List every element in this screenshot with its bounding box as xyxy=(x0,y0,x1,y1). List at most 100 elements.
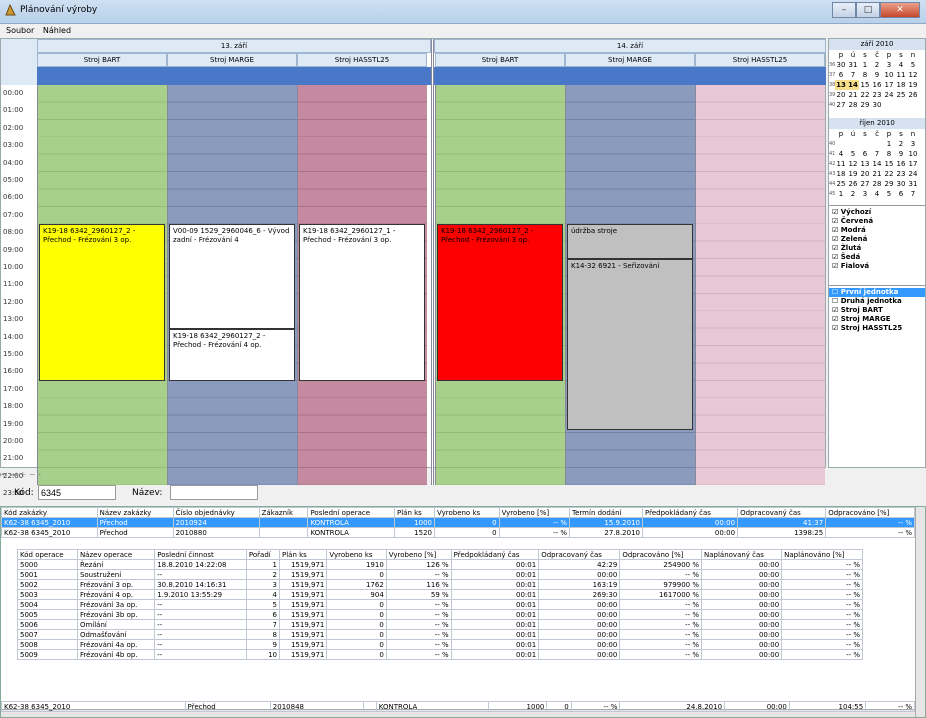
column-header[interactable]: Vyrobeno [%] xyxy=(498,507,571,518)
calendar-day[interactable]: 26 xyxy=(907,90,919,100)
date-header[interactable]: 14. září xyxy=(434,39,826,53)
calendar-day[interactable]: 4 xyxy=(835,149,847,159)
calendar-day[interactable]: 25 xyxy=(895,90,907,100)
appointment[interactable]: V00-09 1529_2960046_6 - Vývod zadní - Fr… xyxy=(169,224,295,329)
calendar-day[interactable]: 15 xyxy=(859,80,871,90)
calendar-day[interactable] xyxy=(907,100,919,110)
calendar-day[interactable]: 21 xyxy=(847,90,859,100)
column-header[interactable]: Název zakázky xyxy=(96,507,174,518)
column-header[interactable]: Odpracováno [%] xyxy=(825,507,915,518)
column-header[interactable]: Název operace xyxy=(76,549,156,560)
calendar-day[interactable]: 6 xyxy=(859,149,871,159)
calendar-day[interactable]: 28 xyxy=(847,100,859,110)
calendar-day[interactable]: 28 xyxy=(871,179,883,189)
calendar-day[interactable]: 25 xyxy=(835,179,847,189)
allday-bar[interactable] xyxy=(434,67,826,85)
calendar-day[interactable]: 20 xyxy=(859,169,871,179)
calendar-day[interactable]: 16 xyxy=(871,80,883,90)
calendar-day[interactable]: 9 xyxy=(871,70,883,80)
appointment[interactable]: K19-18 6342_2960127_2 - Přechod - Frézov… xyxy=(39,224,165,381)
calendar-day[interactable]: 1 xyxy=(835,189,847,199)
calendar-day[interactable] xyxy=(835,139,847,149)
appointment[interactable]: K19-18 6342_2960127_1 - Přechod - Frézov… xyxy=(299,224,425,381)
table-row[interactable]: 5008 Frézování 4a op. -- 9 1519,971 0 -- % 00:0… xyxy=(17,639,863,650)
table-row[interactable]: K62-38 6345_2010 Přechod 2010880 KONTROLA 15… xyxy=(1,527,915,538)
table-row[interactable]: 5001 Soustružení -- 2 1519,971 0 -- % 00:01 00:0… xyxy=(17,569,863,580)
name-input[interactable] xyxy=(170,485,258,500)
code-input[interactable] xyxy=(38,485,116,500)
calendar-day[interactable]: 23 xyxy=(895,169,907,179)
calendar-day[interactable]: 5 xyxy=(907,60,919,70)
calendar-day[interactable] xyxy=(847,139,859,149)
column-header[interactable]: Číslo objednávky xyxy=(172,507,260,518)
calendar-day[interactable]: 20 xyxy=(835,90,847,100)
calendar-day[interactable]: 30 xyxy=(871,100,883,110)
column-header[interactable]: Zákazník xyxy=(258,507,309,518)
resource-header[interactable]: Stroj BART xyxy=(435,53,565,67)
calendar-day[interactable]: 23 xyxy=(871,90,883,100)
resource-header[interactable]: Stroj HASSTL25 xyxy=(297,53,427,67)
appointment[interactable]: K19-18 6342_2960127_2 - Přechod - Frézov… xyxy=(437,224,563,381)
filter-checkbox[interactable]: ☑ Fialová xyxy=(829,262,925,271)
calendar-day[interactable]: 15 xyxy=(883,159,895,169)
calendar-day[interactable]: 18 xyxy=(835,169,847,179)
column-header[interactable]: Kód operace xyxy=(17,549,78,560)
calendar-day[interactable] xyxy=(883,100,895,110)
month-title[interactable]: říjen 2010 xyxy=(829,118,925,129)
calendar-day[interactable]: 2 xyxy=(847,189,859,199)
nav-toolbar[interactable]: ⏮ ⏭ + − ‹ xyxy=(0,470,826,482)
column-header[interactable]: Vyrobeno ks xyxy=(434,507,500,518)
calendar-day[interactable]: 5 xyxy=(883,189,895,199)
filter-checkbox[interactable]: ☑ Modrá xyxy=(829,226,925,235)
column-header[interactable]: Vyrobeno ks xyxy=(326,549,387,560)
filter-checkbox[interactable]: ☑ Červená xyxy=(829,217,925,226)
calendar-day[interactable]: 1 xyxy=(859,60,871,70)
calendar-day[interactable]: 19 xyxy=(847,169,859,179)
filter-checkbox[interactable]: ☑ Zelená xyxy=(829,235,925,244)
column-header[interactable]: Předpokládaný čas xyxy=(641,507,739,518)
calendar-day[interactable]: 6 xyxy=(895,189,907,199)
calendar-day[interactable]: 14 xyxy=(871,159,883,169)
calendar-day[interactable]: 17 xyxy=(883,80,895,90)
filter-checkbox[interactable]: ☑ Šedá xyxy=(829,253,925,262)
filter-checkbox[interactable]: ☐ Druhá jednotka xyxy=(829,297,925,306)
column-header[interactable]: Naplánováno [%] xyxy=(781,549,863,560)
calendar-day[interactable]: 31 xyxy=(907,179,919,189)
calendar-day[interactable]: 30 xyxy=(835,60,847,70)
table-row[interactable]: K62-38 6345_2010 Přechod 2010848 KONTROLA 10… xyxy=(1,701,915,712)
menu-soubor[interactable]: Soubor xyxy=(6,26,34,35)
calendar-day[interactable]: 5 xyxy=(847,149,859,159)
calendar-day[interactable]: 27 xyxy=(835,100,847,110)
calendar-day[interactable]: 13 xyxy=(835,80,847,90)
appointment[interactable]: K14-32 6921 - Seřizování xyxy=(567,259,693,430)
calendar-day[interactable]: 19 xyxy=(907,80,919,90)
minimize-button[interactable]: – xyxy=(832,2,856,18)
appointment[interactable]: K19-18 6342_2960127_2 - Přechod - Frézov… xyxy=(169,328,295,381)
calendar-day[interactable]: 3 xyxy=(883,60,895,70)
calendar-day[interactable]: 10 xyxy=(907,149,919,159)
calendar-day[interactable]: 26 xyxy=(847,179,859,189)
table-row[interactable]: 5006 Omílání -- 7 1519,971 0 -- % 00:01 00:00 -- … xyxy=(17,619,863,630)
calendar-day[interactable]: 10 xyxy=(883,70,895,80)
calendar-day[interactable]: 17 xyxy=(907,159,919,169)
calendar-day[interactable]: 24 xyxy=(907,169,919,179)
table-row[interactable]: 5004 Frézování 3a op. -- 5 1519,971 0 -- % 00:0… xyxy=(17,599,863,610)
appointment[interactable]: údržba stroje xyxy=(567,224,693,259)
vertical-scrollbar[interactable] xyxy=(915,507,925,717)
calendar-day[interactable]: 3 xyxy=(907,139,919,149)
calendar-day[interactable]: 16 xyxy=(895,159,907,169)
filter-checkbox[interactable]: ☑ Stroj MARGE xyxy=(829,315,925,324)
table-row[interactable]: 5003 Frézování 4 op. 1.9.2010 13:55:29 4 151… xyxy=(17,589,863,600)
calendar-day[interactable]: 30 xyxy=(895,179,907,189)
maximize-button[interactable]: □ xyxy=(856,2,880,18)
calendar-day[interactable]: 18 xyxy=(895,80,907,90)
calendar-day[interactable]: 14 xyxy=(847,80,859,90)
calendar-day[interactable]: 13 xyxy=(859,159,871,169)
column-header[interactable]: Předpokládaný čas xyxy=(450,549,540,560)
menu-nahled[interactable]: Náhled xyxy=(43,26,71,35)
calendar-day[interactable]: 12 xyxy=(907,70,919,80)
column-header[interactable]: Termín dodání xyxy=(569,507,643,518)
calendar-day[interactable]: 29 xyxy=(883,179,895,189)
calendar-day[interactable]: 29 xyxy=(859,100,871,110)
calendar-day[interactable] xyxy=(895,100,907,110)
